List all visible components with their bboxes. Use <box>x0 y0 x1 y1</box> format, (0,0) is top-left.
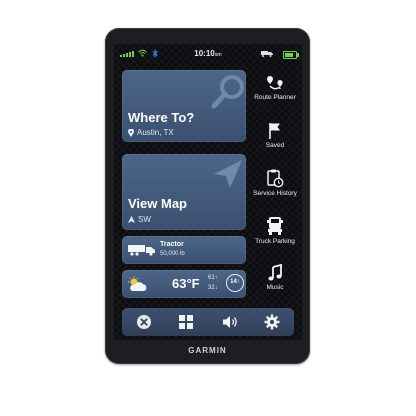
rail-music[interactable]: Music <box>248 264 302 291</box>
view-map-title: View Map <box>128 196 188 211</box>
speed-limit-badge: 14↑ <box>226 274 244 292</box>
battery-icon <box>283 51 299 59</box>
bottom-toolbar <box>122 308 294 336</box>
brand-logo: GARMIN <box>188 346 227 355</box>
rail-label: Route Planner <box>254 94 296 101</box>
where-to-card[interactable]: Where To? Austin, TX <box>122 70 246 142</box>
apps-grid-icon[interactable] <box>178 314 194 330</box>
heading-arrow-icon <box>128 216 135 223</box>
temperature: 63°F <box>172 276 200 291</box>
rail-label: Saved <box>265 142 285 149</box>
search-icon <box>211 75 244 109</box>
rail-saved[interactable]: Saved <box>248 122 302 149</box>
clock: 10:10am <box>194 49 222 58</box>
rail-label: Truck Parking <box>255 238 295 245</box>
flag-icon <box>269 123 280 139</box>
map-arrow-icon <box>214 160 242 188</box>
view-map-card[interactable]: View Map SW <box>122 154 246 230</box>
rail-label: Service History <box>253 190 297 197</box>
status-bar: 10:10am <box>114 44 302 64</box>
tractor-truck-icon <box>128 245 155 256</box>
vehicle-profile-card[interactable]: Tractor 50,000 lb <box>122 236 246 264</box>
status-truck-icon <box>261 50 273 59</box>
temp-low: 32↓ <box>208 285 218 291</box>
route-planner-icon <box>267 76 283 90</box>
current-location: Austin, TX <box>137 128 174 137</box>
where-to-title: Where To? <box>128 110 195 125</box>
rail-truck-parking[interactable]: Truck Parking <box>248 216 302 245</box>
close-icon[interactable] <box>136 314 152 330</box>
truck-parking-icon <box>267 217 283 235</box>
music-note-icon <box>268 264 282 281</box>
rail-service-history[interactable]: Service History <box>248 168 302 197</box>
heading-direction: SW <box>138 215 151 224</box>
location-pin-icon <box>128 128 134 137</box>
weather-card[interactable]: 63°F 61↑ 32↓ 14↑ <box>122 270 246 298</box>
partly-cloudy-icon <box>128 276 147 291</box>
volume-icon[interactable] <box>222 314 238 330</box>
vehicle-name: Tractor <box>160 241 184 248</box>
vehicle-weight: 50,000 lb <box>160 251 185 257</box>
device-screen: 10:10am Where To? Austin, TX View Map SW <box>114 44 302 340</box>
rail-label: Music <box>266 284 284 291</box>
rail-route-planner[interactable]: Route Planner <box>248 74 302 101</box>
service-history-icon <box>267 169 284 188</box>
temp-high: 61↑ <box>208 275 218 281</box>
settings-gear-icon[interactable] <box>264 314 280 330</box>
